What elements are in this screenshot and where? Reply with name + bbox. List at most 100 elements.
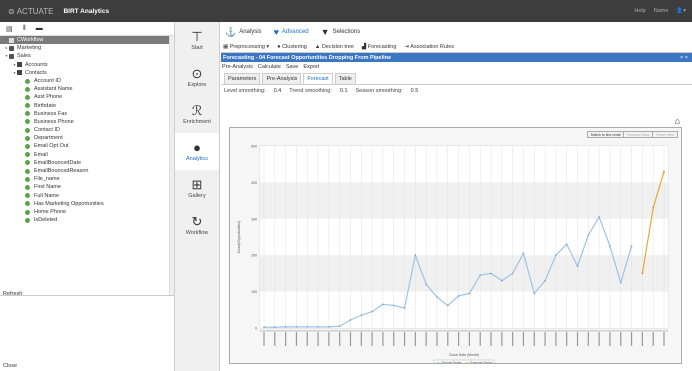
field-item[interactable]: Department bbox=[0, 134, 174, 142]
grid-band bbox=[260, 182, 668, 219]
original-point bbox=[501, 279, 503, 282]
field-item[interactable]: Birthdate bbox=[0, 102, 174, 110]
tab-parameters[interactable]: Parameters bbox=[224, 73, 261, 84]
y-tick-label: 500 bbox=[251, 145, 257, 149]
x-tick-label bbox=[425, 332, 427, 346]
columns-icon[interactable]: ⦀ bbox=[23, 25, 26, 33]
database-icon bbox=[9, 45, 14, 51]
tab-forecast[interactable]: Forecast bbox=[303, 73, 333, 84]
field-item[interactable]: Business Fax bbox=[0, 110, 174, 118]
nav-start[interactable]: ⊤ Start bbox=[175, 22, 219, 59]
forecast-point bbox=[652, 206, 655, 209]
original-point bbox=[392, 304, 395, 307]
field-item[interactable]: Email bbox=[0, 151, 174, 159]
field-icon bbox=[25, 160, 30, 166]
tree-node[interactable]: ▾ Contacts bbox=[0, 69, 174, 77]
field-item[interactable]: EmailBouncedReason bbox=[0, 167, 174, 175]
tree-node-label: IsDeleted bbox=[34, 217, 58, 224]
subtab-forecasting[interactable]: ▟ Forecasting bbox=[362, 44, 397, 50]
original-point bbox=[511, 272, 514, 275]
refresh-label[interactable]: Refresh bbox=[3, 291, 22, 297]
trend-smoothing-label: Trend smoothing: bbox=[289, 88, 332, 94]
tree-node[interactable]: ▾ CWorkflow bbox=[0, 36, 174, 45]
field-item[interactable]: IsDeleted bbox=[0, 216, 174, 224]
y-axis-label: Count(Opportunities) bbox=[237, 221, 241, 254]
field-item[interactable]: Business Phone bbox=[0, 118, 174, 126]
subtab-preprocessing[interactable]: ▦ Preprocessing ▾ bbox=[223, 44, 269, 50]
field-item[interactable]: EmailBouncedDate bbox=[0, 159, 174, 167]
tab-table[interactable]: Table bbox=[334, 73, 356, 84]
close-label[interactable]: Close bbox=[3, 363, 17, 369]
x-tick-label bbox=[306, 332, 308, 346]
field-item[interactable]: Full Name bbox=[0, 192, 174, 200]
field-item[interactable]: Email Opt Out bbox=[0, 142, 174, 150]
tree-node-label: Full Name bbox=[34, 192, 60, 199]
field-item[interactable]: Account ID bbox=[0, 77, 174, 85]
menu-calculate[interactable]: Calculate bbox=[258, 64, 281, 70]
panel-close-icon[interactable]: × × bbox=[680, 55, 688, 61]
inner-tabs: Parameters Pre-Analysis Forecast Table bbox=[221, 72, 692, 85]
original-point bbox=[446, 304, 449, 307]
subtab-association[interactable]: ⇥ Association Rules bbox=[404, 44, 454, 50]
nav-analytics[interactable]: ● Analytics bbox=[175, 133, 219, 170]
grid-band bbox=[260, 291, 668, 328]
field-icon bbox=[25, 127, 30, 133]
nav-enrichment[interactable]: ℛ Enrichment bbox=[175, 96, 219, 133]
original-point bbox=[555, 254, 557, 256]
original-point bbox=[284, 326, 287, 328]
original-point bbox=[457, 295, 460, 297]
original-point bbox=[414, 254, 417, 256]
database-icon[interactable]: ▤ bbox=[6, 25, 13, 33]
forecast-point bbox=[641, 272, 644, 275]
original-point bbox=[306, 326, 309, 328]
table-icon bbox=[17, 62, 22, 68]
chart-scrollbar[interactable] bbox=[260, 330, 668, 332]
folder-icon[interactable]: ▬ bbox=[36, 25, 43, 32]
menu-save[interactable]: Save bbox=[286, 64, 299, 70]
tree-node-label: Accounts bbox=[25, 61, 48, 68]
tree-node-label: Contact ID bbox=[34, 127, 60, 134]
tab-analysis[interactable]: ⚓ Analysis bbox=[225, 27, 262, 38]
menu-preanalysis[interactable]: Pre-Analysis bbox=[222, 64, 253, 70]
help-link[interactable]: Help bbox=[634, 8, 645, 14]
field-icon bbox=[25, 209, 30, 215]
user-menu[interactable]: Name bbox=[654, 8, 669, 14]
tab-advanced[interactable]: ♥ Advanced bbox=[274, 27, 309, 37]
x-axis-label: Close Date (Month) bbox=[449, 353, 479, 357]
user-icon[interactable]: 👤▾ bbox=[676, 8, 686, 14]
main-nav: ⊤ Start ⊙ Explore ℛ Enrichment ● Analytics ⊞ Gall… bbox=[175, 22, 220, 371]
field-icon bbox=[25, 111, 30, 117]
subtab-clustering[interactable]: ● Clustering bbox=[277, 44, 307, 50]
legend-original-label: Original Series bbox=[441, 361, 462, 363]
field-item[interactable]: First Name bbox=[0, 183, 174, 191]
tab-pre-analysis[interactable]: Pre-Analysis bbox=[262, 73, 302, 84]
field-item[interactable]: Has Marketing Opportunities bbox=[0, 200, 174, 208]
field-item[interactable]: File_name bbox=[0, 175, 174, 183]
subtab-preprocessing-label: Preprocessing bbox=[229, 44, 265, 50]
tree-node-label: EmailBouncedDate bbox=[34, 159, 82, 166]
original-point bbox=[609, 245, 611, 247]
x-tick-label bbox=[598, 332, 600, 346]
tree-scrollbar[interactable] bbox=[169, 36, 174, 295]
menu-export[interactable]: Export bbox=[303, 64, 319, 70]
field-item[interactable]: Contact ID bbox=[0, 126, 174, 134]
tree-node[interactable]: ▾ Accounts bbox=[0, 61, 174, 69]
x-tick-label bbox=[533, 332, 535, 346]
field-item[interactable]: Asst Phone bbox=[0, 93, 174, 101]
x-tick-label bbox=[360, 332, 362, 346]
left-toolbar: ▤ ⦀ ▬ bbox=[0, 22, 174, 36]
nav-explore[interactable]: ⊙ Explore bbox=[175, 59, 219, 96]
home-icon[interactable]: ⌂ bbox=[675, 116, 680, 126]
nav-gallery[interactable]: ⊞ Gallery bbox=[175, 170, 219, 207]
original-point bbox=[619, 281, 622, 284]
actuate-logo: ⊜ ACTUATE bbox=[8, 7, 53, 16]
tree-node[interactable]: ▾ Sales bbox=[0, 52, 174, 60]
subtab-decision-tree[interactable]: ▲ Decision tree bbox=[315, 44, 354, 50]
smoothing-params: Level smoothing: 0.4 Trend smoothing: 0.1 … bbox=[221, 85, 692, 97]
tree-node-label: Assistant Name bbox=[34, 86, 73, 93]
field-item[interactable]: Assistant Name bbox=[0, 85, 174, 93]
tab-selections[interactable]: ▼ Selections bbox=[321, 27, 361, 37]
tree-node[interactable]: ▸ Marketing bbox=[0, 44, 174, 52]
nav-workflow[interactable]: ↻ Workflow bbox=[175, 207, 219, 244]
field-item[interactable]: Home Phone bbox=[0, 208, 174, 216]
